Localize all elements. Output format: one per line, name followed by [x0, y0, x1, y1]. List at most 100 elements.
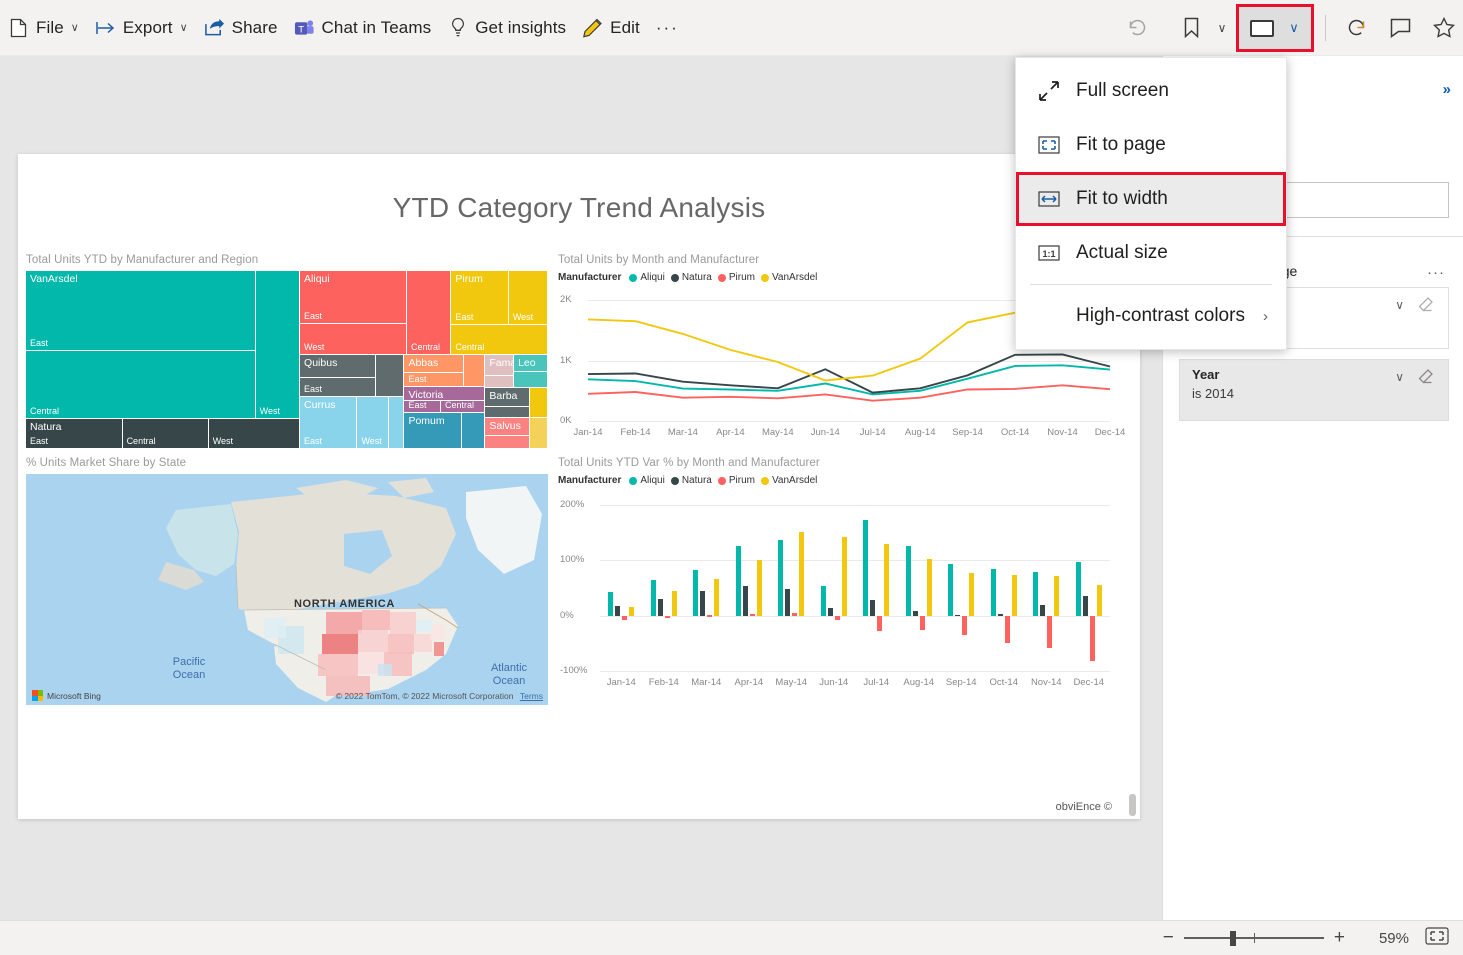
view-dropdown-menu[interactable]: Full screen Fit to page Fit to width 1:1…	[1015, 57, 1287, 350]
bar-vanarsdel[interactable]	[884, 544, 889, 616]
bar-pirum[interactable]	[962, 616, 967, 635]
bar-natura[interactable]	[828, 608, 833, 615]
bar-aliqui[interactable]	[821, 586, 826, 616]
get-insights-button[interactable]: Get insights	[439, 8, 574, 48]
bar-vanarsdel[interactable]	[799, 532, 804, 616]
bar-vanarsdel[interactable]	[1054, 576, 1059, 616]
treemap-tile[interactable]: East	[300, 378, 375, 397]
treemap-tile[interactable]: West	[256, 271, 299, 418]
treemap-tile[interactable]: Salvus	[485, 418, 528, 435]
bar-aliqui[interactable]	[693, 570, 698, 615]
bar-vanarsdel[interactable]	[672, 591, 677, 616]
bar-vanarsdel[interactable]	[927, 559, 932, 615]
bar-pirum[interactable]	[877, 616, 882, 631]
legend-entry[interactable]: VanArsdel	[761, 475, 817, 486]
bar-vanarsdel[interactable]	[1012, 575, 1017, 616]
treemap-tile[interactable]: West	[357, 397, 387, 448]
zoom-in-button[interactable]: +	[1328, 927, 1351, 949]
bar-aliqui[interactable]	[1033, 572, 1038, 616]
treemap-tile[interactable]: NaturaEast	[26, 419, 122, 448]
chevron-down-icon[interactable]: ∨	[1395, 370, 1404, 384]
bar-aliqui[interactable]	[778, 540, 783, 615]
menu-item-full-screen[interactable]: Full screen	[1016, 64, 1286, 118]
legend-entry[interactable]: Natura	[671, 272, 712, 283]
treemap-tile[interactable]: East	[404, 373, 463, 385]
bar-aliqui[interactable]	[608, 592, 613, 615]
bar-natura[interactable]	[998, 614, 1003, 616]
treemap-visual[interactable]: Total Units YTD by Manufacturer and Regi…	[26, 254, 548, 449]
bar-natura[interactable]	[658, 599, 663, 616]
bar-aliqui[interactable]	[948, 564, 953, 616]
treemap-tile[interactable]: Central	[441, 401, 484, 412]
menu-item-fit-to-page[interactable]: Fit to page	[1016, 118, 1286, 172]
bar-chart-plot[interactable]: -100%0%100%200%Jan-14Feb-14Mar-14Apr-14M…	[558, 499, 1132, 699]
treemap-tile[interactable]: Fama	[485, 355, 513, 375]
map-visual[interactable]: % Units Market Share by State	[26, 457, 548, 705]
treemap-tile[interactable]: AliquiEast	[300, 271, 406, 323]
zoom-slider[interactable]	[1184, 929, 1324, 947]
treemap-tile[interactable]	[485, 436, 528, 448]
reset-button[interactable]	[1118, 9, 1156, 47]
clear-filter-eraser-icon[interactable]	[1417, 295, 1436, 319]
fit-to-page-button[interactable]	[1425, 927, 1449, 950]
bar-aliqui[interactable]	[651, 580, 656, 616]
bar-pirum[interactable]	[792, 613, 797, 615]
bar-natura[interactable]	[1040, 605, 1045, 616]
bar-pirum[interactable]	[665, 616, 670, 618]
legend-entry[interactable]: Aliqui	[629, 475, 664, 486]
view-button[interactable]	[1243, 9, 1281, 47]
view-chevron-button[interactable]: ∨	[1281, 9, 1307, 47]
bar-vanarsdel[interactable]	[842, 537, 847, 616]
legend-entry[interactable]: VanArsdel	[761, 272, 817, 283]
bar-pirum[interactable]	[1090, 616, 1095, 661]
collapse-filters-icon[interactable]: »	[1443, 81, 1449, 98]
bar-pirum[interactable]	[920, 616, 925, 630]
treemap-tile[interactable]: Quibus	[300, 355, 375, 377]
bar-natura[interactable]	[743, 586, 748, 615]
legend-entry[interactable]: Natura	[671, 475, 712, 486]
zoom-out-button[interactable]: −	[1157, 927, 1180, 949]
line-series-aliqui[interactable]	[588, 365, 1110, 394]
chevron-down-icon[interactable]: ∨	[1395, 298, 1404, 312]
bar-pirum[interactable]	[1005, 616, 1010, 644]
treemap-tile[interactable]: Barba	[485, 388, 528, 407]
bar-aliqui[interactable]	[991, 569, 996, 616]
treemap-tile[interactable]: VanArsdelEast	[26, 271, 255, 350]
refresh-button[interactable]	[1337, 9, 1375, 47]
bar-pirum[interactable]	[1047, 616, 1052, 648]
bookmarks-button[interactable]	[1172, 9, 1210, 47]
treemap-tile[interactable]	[485, 376, 513, 387]
treemap-tile[interactable]: Central	[407, 271, 450, 354]
treemap-tile[interactable]: Pomum	[404, 413, 460, 448]
bar-pirum[interactable]	[750, 614, 755, 616]
treemap-tile[interactable]: PirumEast	[451, 271, 507, 324]
filters-section-more-button[interactable]: ···	[1427, 264, 1445, 281]
menu-item-actual-size[interactable]: 1:1 Actual size	[1016, 226, 1286, 280]
bar-pirum[interactable]	[707, 615, 712, 617]
menu-item-fit-to-width[interactable]: Fit to width	[1016, 172, 1286, 226]
treemap-tile[interactable]	[464, 355, 484, 386]
map-terms-link[interactable]: Terms	[520, 691, 543, 701]
bar-natura[interactable]	[1083, 596, 1088, 616]
treemap-tile[interactable]	[530, 388, 547, 417]
zoom-slider-thumb[interactable]	[1230, 931, 1236, 946]
view-menu-button-highlighted[interactable]: ∨	[1236, 4, 1314, 52]
export-menu-button[interactable]: Export ∨	[87, 8, 196, 48]
bar-vanarsdel[interactable]	[629, 607, 634, 615]
bar-natura[interactable]	[615, 606, 620, 615]
bar-natura[interactable]	[700, 591, 705, 616]
treemap-tile[interactable]: West	[209, 419, 299, 448]
bar-aliqui[interactable]	[736, 546, 741, 616]
comments-button[interactable]	[1381, 9, 1419, 47]
more-options-button[interactable]: ···	[648, 8, 687, 48]
bar-vanarsdel[interactable]	[757, 560, 762, 616]
treemap-tile[interactable]: Abbas	[404, 355, 463, 373]
treemap-tile[interactable]: CurrusEast	[300, 397, 356, 448]
treemap-plot[interactable]: VanArsdelEast Central West NaturaEast Centra…	[26, 271, 548, 449]
bar-aliqui[interactable]	[863, 520, 868, 615]
legend-entry[interactable]: Pirum	[718, 475, 755, 486]
legend-entry[interactable]: Pirum	[718, 272, 755, 283]
bar-pirum[interactable]	[835, 616, 840, 620]
bar-vanarsdel[interactable]	[1097, 585, 1102, 616]
treemap-tile[interactable]: Central	[451, 325, 547, 353]
